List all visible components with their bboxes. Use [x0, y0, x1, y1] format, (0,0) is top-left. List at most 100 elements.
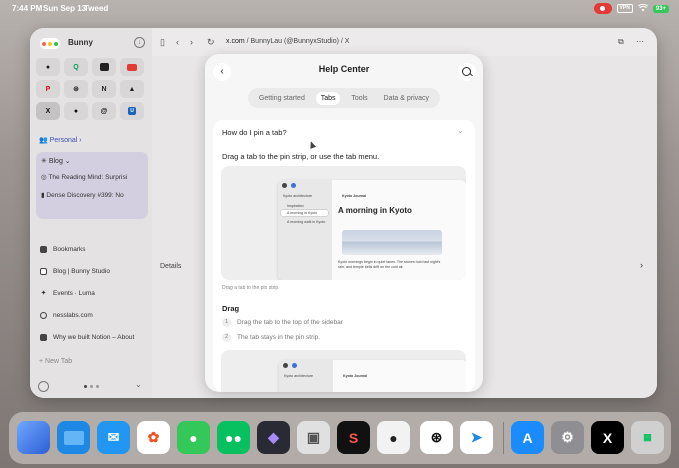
space-dots[interactable]: [84, 385, 99, 388]
illustration-drag: Kyoto architecture Kyoto Journal: [221, 350, 466, 392]
tab-item[interactable]: ✦ Events · Luma: [36, 282, 148, 304]
download-icon[interactable]: ↓: [134, 37, 145, 48]
folder-tab-item[interactable]: ◎ The Reading Mind: Surprisi: [41, 173, 143, 181]
sidebar-toggle-icon[interactable]: ▯: [160, 37, 165, 48]
wifi-icon: [637, 3, 648, 14]
extensions-icon[interactable]: ⧉: [618, 37, 624, 47]
tab-label: Blog | Bunny Studio: [53, 267, 110, 275]
help-tabs: Getting started Tabs Tools Data & privac…: [248, 88, 440, 108]
vercel-icon[interactable]: ▲: [120, 80, 144, 98]
notion-icon[interactable]: N: [92, 80, 116, 98]
tab-label: nesslabs.com: [53, 311, 93, 319]
illustration-pin-tab: Kyoto architecture Inspiration A morning…: [221, 166, 466, 280]
obsidian-icon[interactable]: ◆: [257, 421, 290, 454]
status-app-name: Tweed: [84, 4, 109, 13]
tab-tabs[interactable]: Tabs: [315, 91, 341, 105]
settings-icon[interactable]: ⚙: [551, 421, 584, 454]
bear-icon[interactable]: ●: [377, 421, 410, 454]
x-fav-icon[interactable]: X: [36, 102, 60, 120]
x-icon[interactable]: X: [591, 421, 624, 454]
chevron-down-icon[interactable]: ⌄: [135, 380, 142, 389]
sheet-title: Help Center: [318, 64, 370, 74]
step-text: The tab stays in the pin strip.: [237, 334, 321, 341]
screen-record-icon[interactable]: [593, 3, 612, 14]
tab-tools[interactable]: Tools: [346, 92, 372, 105]
illustration-sidebar-item: Kyoto architecture: [283, 194, 312, 198]
window-controls[interactable]: [40, 38, 60, 49]
search-icon[interactable]: [458, 63, 476, 81]
youtube-icon[interactable]: [120, 58, 144, 76]
photos-icon[interactable]: ✿: [137, 421, 170, 454]
new-tab-button[interactable]: + New Tab: [39, 358, 72, 365]
chatgpt-fav-icon[interactable]: ⊛: [64, 80, 88, 98]
share-icon[interactable]: ⋯: [636, 37, 644, 46]
illustration-sidebar: Kyoto architecture Inspiration A morning…: [278, 180, 332, 280]
arc-icon[interactable]: [17, 421, 50, 454]
back-icon[interactable]: ‹: [176, 37, 179, 47]
url-bar[interactable]: x.com / BunnyLau (@BunnyxStudio) / X: [226, 38, 349, 45]
faq-question[interactable]: How do I pin a tab?: [222, 128, 287, 137]
app-folder-icon[interactable]: ▦: [631, 421, 664, 454]
chevron-down-icon[interactable]: ⌄: [457, 126, 464, 135]
chatgpt-icon[interactable]: ⊛: [420, 421, 453, 454]
dark-app-icon[interactable]: [92, 58, 116, 76]
illustration-browser: Kyoto architecture Inspiration A morning…: [278, 180, 466, 280]
files-icon[interactable]: [57, 421, 90, 454]
app-store-icon[interactable]: A: [511, 421, 544, 454]
folder-blog[interactable]: ✳ Blog ⌄ ◎ The Reading Mind: Surprisi ▮ …: [36, 152, 148, 219]
reload-icon[interactable]: ↻: [207, 37, 215, 48]
notion-tab-icon: [40, 333, 47, 341]
tab-item[interactable]: Why we built Notion – About: [36, 326, 148, 348]
folder-tab-label: The Reading Mind: Surprisi: [48, 174, 128, 181]
tab-getting-started[interactable]: Getting started: [254, 92, 310, 105]
url-domain: x.com: [226, 38, 245, 45]
github-icon[interactable]: ●: [64, 102, 88, 120]
step-text: Drag the tab to the top of the sidebar: [237, 319, 343, 326]
chevron-down-icon: ⌄: [64, 158, 71, 165]
toolbar: ▯ ‹ › ↻ x.com / BunnyLau (@BunnyxStudio)…: [152, 28, 657, 56]
folder-header[interactable]: ✳ Blog ⌄: [41, 157, 143, 165]
apple-icon[interactable]: ●: [36, 58, 60, 76]
section-heading: Drag: [222, 304, 240, 313]
illustration-sidebar-item: A morning in Kyoto: [287, 211, 318, 215]
illustration-article-body: Kyoto mornings begin in quiet lanes. The…: [338, 260, 441, 269]
threads-icon[interactable]: @: [92, 102, 116, 120]
craft-icon[interactable]: S: [337, 421, 370, 454]
faq-card: How do I pin a tab? ⌄ Drag a tab to the …: [213, 120, 475, 392]
luma-icon: ✦: [40, 289, 47, 297]
tab-item[interactable]: Bookmarks: [36, 238, 148, 260]
space-name[interactable]: Bunny: [68, 38, 93, 47]
screens-icon[interactable]: ▣: [297, 421, 330, 454]
blog-icon: [40, 267, 47, 275]
mail-icon[interactable]: ✉: [97, 421, 130, 454]
ulysses-icon[interactable]: U: [120, 102, 144, 120]
status-bar: 7:44 PM Sun Sep 13 Tweed VPN 93+: [0, 0, 679, 18]
vpn-badge: VPN: [616, 4, 633, 13]
folder-name: Blog: [48, 158, 63, 165]
details-label[interactable]: Details: [160, 263, 181, 270]
battery-badge: 93+: [652, 4, 669, 13]
illustration-doc-header: Kyoto Journal: [343, 374, 368, 378]
forward-icon[interactable]: ›: [190, 37, 193, 47]
pinterest-icon[interactable]: P: [36, 80, 60, 98]
archive-icon[interactable]: [38, 381, 49, 392]
chevron-right-icon[interactable]: ›: [640, 260, 643, 270]
nesslabs-icon: [40, 311, 47, 319]
spark-icon[interactable]: ➤: [460, 421, 493, 454]
people-icon: 👥: [39, 137, 48, 144]
tab-item[interactable]: nesslabs.com: [36, 304, 148, 326]
wechat-icon[interactable]: ●●: [217, 421, 250, 454]
profile-switcher[interactable]: 👥 Personal ›: [39, 136, 82, 144]
tab-label: Why we built Notion – About: [53, 333, 135, 341]
status-date: Sun Sep 13: [43, 4, 87, 13]
messages-icon[interactable]: ●: [177, 421, 210, 454]
step-item: 1 Drag the tab to the top of the sidebar: [222, 318, 343, 327]
folder-tab-item[interactable]: ▮ Dense Discovery #399: No: [41, 191, 143, 199]
notion-calendar-icon[interactable]: Q: [64, 58, 88, 76]
tab-list: Bookmarks Blog | Bunny Studio ✦ Events · …: [36, 238, 148, 348]
new-tab-label: New Tab: [45, 358, 73, 365]
tab-data-privacy[interactable]: Data & privacy: [379, 92, 435, 105]
tab-item[interactable]: Blog | Bunny Studio: [36, 260, 148, 282]
dock: ✉ ✿ ● ●● ◆ ▣ S ● ⊛ ➤ A ⚙ X ▦: [9, 412, 671, 464]
illustration-caption: Drag a tab to the pin strip: [222, 285, 279, 291]
